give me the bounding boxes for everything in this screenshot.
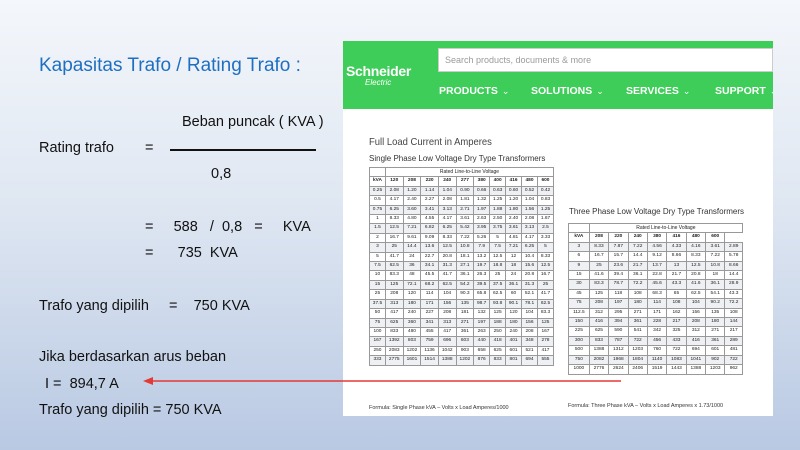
arrow-head bbox=[143, 377, 153, 385]
pointer-arrow bbox=[143, 377, 621, 385]
